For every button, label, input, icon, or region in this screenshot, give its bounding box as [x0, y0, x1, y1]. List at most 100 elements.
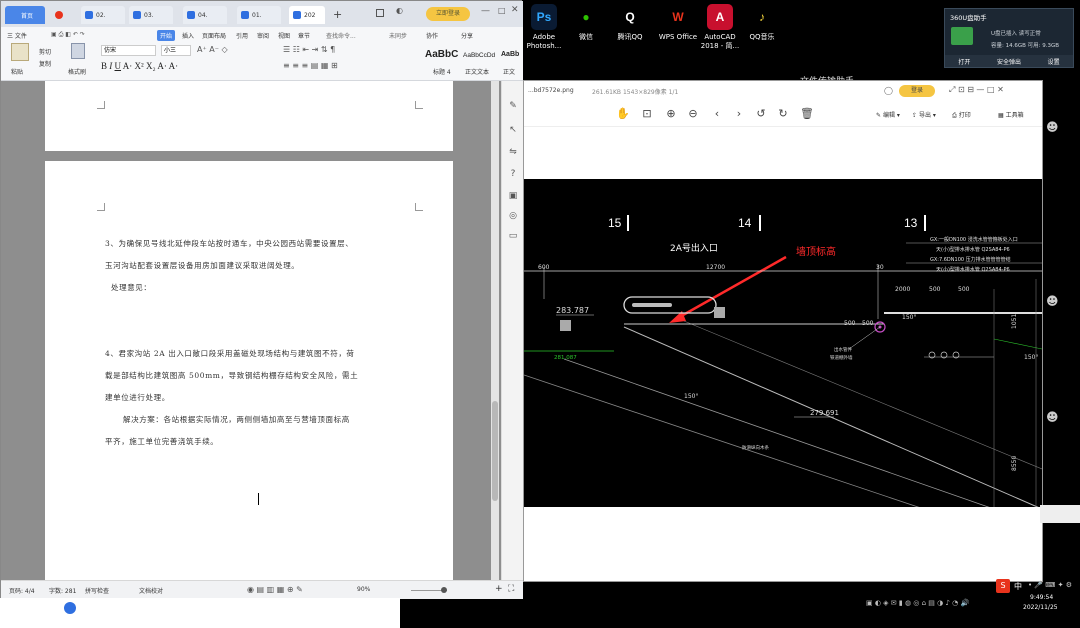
view-mode-icons[interactable]: ◉ ▤ ▥ ▦ ⊕ ✎ — [247, 585, 303, 594]
menu-review[interactable]: 审阅 — [257, 31, 269, 40]
delete-icon[interactable]: 🗑 — [800, 107, 814, 121]
clock-time[interactable]: 9:49:54 — [1030, 594, 1053, 601]
desktop-icon-label: 腾讯QQ — [617, 33, 643, 41]
notification-settings-button[interactable]: 设置 — [1048, 57, 1060, 66]
layout-icon[interactable] — [376, 9, 384, 17]
red-arrow-line — [675, 255, 787, 321]
export-button[interactable]: ⇪ 导出 ▾ — [912, 110, 936, 119]
desktop-icon-1[interactable]: ● 微信 — [566, 4, 606, 42]
menu-insert[interactable]: 插入 — [182, 31, 194, 40]
menu-view[interactable]: 视图 — [278, 31, 290, 40]
usb-notification[interactable]: 360U盘助手 U盘已插入 读写正常 容量: 14.6GB 可用: 9.3GB … — [944, 8, 1074, 68]
edit-button[interactable]: ✎ 编辑 ▾ — [876, 110, 900, 119]
share-button[interactable]: 分享 — [461, 31, 473, 40]
clock-date[interactable]: 2022/11/25 — [1023, 604, 1058, 611]
rotate-left-icon[interactable]: ↺ — [754, 107, 768, 121]
skin-icon[interactable]: ◐ — [396, 6, 403, 15]
menu-home[interactable]: 开始 — [157, 30, 176, 41]
maximize-icon[interactable]: □ — [498, 6, 506, 15]
rotate-right-icon[interactable]: ↻ — [776, 107, 790, 121]
desktop-icon-3[interactable]: W WPS Office — [658, 4, 698, 42]
font-name-select[interactable]: 仿宋 — [101, 45, 156, 56]
ime-tools-icons[interactable]: • 🎤 ⌨ ✦ ⚙ — [1028, 581, 1072, 589]
scrollbar-thumb[interactable] — [492, 401, 498, 501]
zoom-slider-thumb[interactable] — [441, 587, 447, 593]
new-tab-button[interactable]: + — [333, 8, 342, 21]
font-format-buttons[interactable]: B I U A· X² X₂ A· A· — [101, 61, 178, 71]
book-icon[interactable]: ▭ — [508, 231, 518, 241]
spell-check[interactable]: 拼写检查 — [85, 586, 109, 595]
tab-doc-02[interactable]: 02. — [81, 6, 125, 24]
word-count[interactable]: 字数: 281 — [49, 586, 76, 595]
paste-icon[interactable] — [11, 43, 29, 61]
command-search[interactable]: 查找命令... — [326, 31, 356, 40]
desktop-icon-2[interactable]: Q 腾讯QQ — [610, 4, 650, 42]
axis-label-13: 13 — [904, 216, 918, 230]
image-icon[interactable]: ▣ — [508, 191, 518, 201]
location-icon[interactable]: ◎ — [508, 211, 518, 221]
cad-drawing-image[interactable]: 15 14 13 2A号出入口 墙顶标高 600 12700 30 2000 5… — [524, 179, 1042, 507]
tab-wps-logo[interactable] — [51, 6, 71, 24]
tab-doc-01[interactable]: 01. — [237, 6, 281, 24]
entrance-label: 2A号出入口 — [670, 242, 718, 254]
sogou-ime-icon[interactable]: S — [996, 579, 1010, 593]
zoom-in-icon[interactable]: ⊕ — [664, 107, 678, 121]
menu-page-layout[interactable]: 页面布局 — [202, 31, 226, 40]
zoom-in-icon[interactable]: + — [495, 584, 503, 594]
menu-file[interactable]: 三 文件 — [7, 31, 27, 40]
cut-button[interactable]: 剪切 — [39, 47, 51, 56]
pen-icon[interactable]: ✎ — [508, 101, 518, 111]
viewer-window-buttons[interactable]: ⤢ ⊡ ⊟ — □ ✕ — [949, 85, 1004, 95]
page-indicator[interactable]: 页码: 4/4 — [9, 586, 35, 595]
doc-check[interactable]: 文档校对 — [139, 586, 163, 595]
format-painter-icon[interactable] — [71, 43, 85, 59]
desktop-icon-label: Adobe Photosh... — [526, 33, 562, 50]
sync-status[interactable]: 未同步 — [389, 31, 407, 40]
close-icon[interactable]: ✕ — [511, 5, 519, 15]
notification-eject-button[interactable]: 安全弹出 — [997, 57, 1021, 66]
minimize-icon[interactable]: — — [481, 6, 490, 16]
select-icon[interactable]: ↖ — [508, 125, 518, 135]
help-icon[interactable]: ? — [508, 169, 518, 179]
viewer-upper-margin — [524, 128, 1042, 179]
viewer-login-badge[interactable]: 登录 — [899, 85, 935, 97]
tab-doc-03[interactable]: 03. — [129, 6, 173, 24]
prev-icon[interactable]: ‹ — [710, 107, 724, 121]
quick-access[interactable]: ▣ ⎙ ◧ ↶ ↷ — [51, 31, 85, 39]
align-buttons[interactable]: ≡ ≡ ≡ ▤ ▦ ⊞ — [283, 61, 338, 70]
browser-icon[interactable] — [64, 602, 76, 614]
notification-open-button[interactable]: 打开 — [958, 57, 970, 66]
menu-chapter[interactable]: 章节 — [298, 31, 310, 40]
font-grow-icons[interactable]: A⁺ A⁻ ◇ — [197, 45, 228, 54]
menu-references[interactable]: 引用 — [236, 31, 248, 40]
tab-home[interactable]: 首页 — [5, 6, 45, 24]
fit-icon[interactable]: ⊡ — [640, 107, 654, 121]
dim-500-c: 500 — [844, 320, 856, 327]
desktop-icon-4[interactable]: A AutoCAD 2018 - 简... — [700, 4, 740, 51]
toolbox-button[interactable]: ▦ 工具箱 — [998, 110, 1024, 119]
zoom-level[interactable]: 90% — [357, 586, 370, 593]
zoom-out-icon[interactable]: ⊖ — [686, 107, 700, 121]
style-heading4-label: 标题 4 — [433, 69, 451, 76]
vertical-scrollbar[interactable] — [491, 81, 499, 580]
tray-icons[interactable]: ▣ ◐ ◈ ✉ ▮ ◍ ◎ ⌂ ▤ ◑ ♪ ◔ 🔊 — [866, 599, 969, 607]
fullscreen-icon[interactable]: ⛶ — [508, 584, 514, 594]
collab-button[interactable]: 协作 — [426, 31, 438, 40]
dim-30: 30 — [876, 264, 884, 271]
desktop-icon-5[interactable]: ♪ QQ音乐 — [742, 4, 782, 42]
desktop-icon-0[interactable]: Ps Adobe Photosh... — [524, 4, 564, 51]
hand-icon[interactable]: ✋ — [616, 107, 630, 121]
font-size-select[interactable]: 小三 — [161, 45, 191, 56]
print-button[interactable]: ⎙ 打印 — [952, 110, 971, 120]
ime-indicator[interactable]: 中 — [1014, 581, 1022, 592]
list-buttons[interactable]: ☰ ☷ ⇤ ⇥ ⇅ ¶ — [283, 45, 335, 54]
tab-doc-202[interactable]: 202 — [289, 6, 325, 24]
copy-button[interactable]: 复制 — [39, 59, 51, 68]
usb-drive-icon — [951, 27, 973, 45]
marker-left — [560, 320, 571, 331]
login-badge[interactable]: 立即登录 — [426, 7, 470, 21]
adjust-icon[interactable]: ⇋ — [508, 147, 518, 157]
user-icon[interactable]: ◯ — [884, 86, 893, 95]
tab-doc-04[interactable]: 04. — [183, 6, 227, 24]
next-icon[interactable]: › — [732, 107, 746, 121]
